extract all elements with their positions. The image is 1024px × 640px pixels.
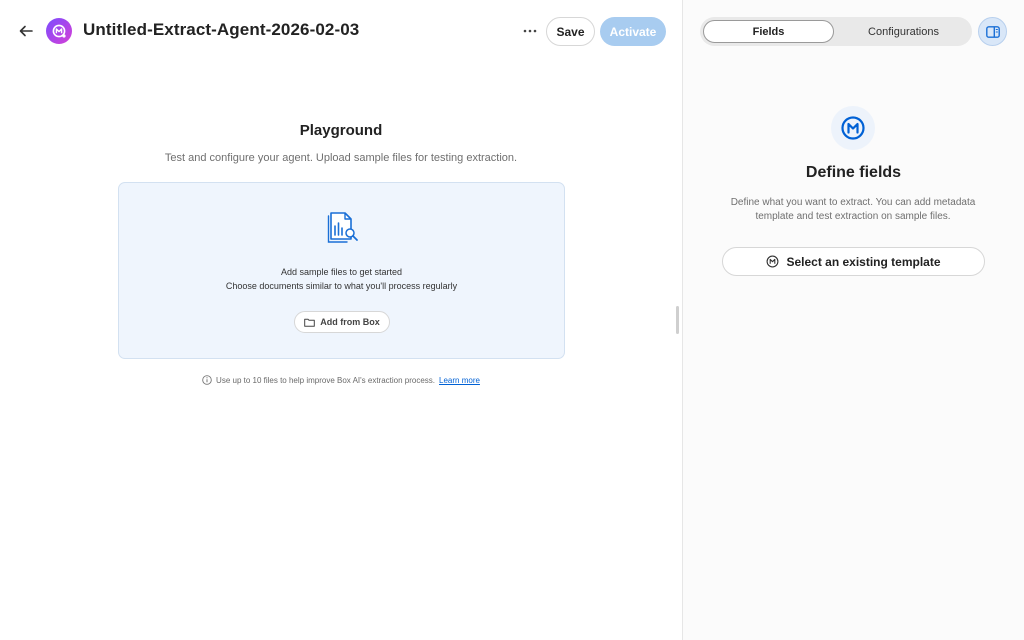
more-options-button[interactable] bbox=[517, 19, 543, 43]
save-button[interactable]: Save bbox=[546, 17, 595, 46]
folder-icon bbox=[304, 318, 316, 327]
select-template-button[interactable]: Select an existing template bbox=[722, 247, 985, 276]
back-button[interactable] bbox=[14, 19, 38, 43]
footnote: Use up to 10 files to help improve Box A… bbox=[0, 375, 682, 385]
dropzone-hint: Choose documents similar to what you'll … bbox=[225, 281, 458, 291]
playground-pane: Untitled-Extract-Agent-2026-02-03 Save A… bbox=[0, 0, 682, 640]
panel-toggle-icon bbox=[985, 25, 1000, 38]
tab-configurations[interactable]: Configurations bbox=[838, 20, 969, 43]
metadata-icon bbox=[841, 116, 865, 140]
empty-state-icon-wrap bbox=[831, 106, 875, 150]
dropzone-heading: Add sample files to get started bbox=[280, 267, 403, 277]
add-from-box-button[interactable]: Add from Box bbox=[294, 311, 390, 333]
arrow-left-icon bbox=[19, 25, 33, 37]
learn-more-link[interactable]: Learn more bbox=[439, 376, 480, 385]
extract-agent-icon bbox=[52, 24, 66, 38]
more-horizontal-icon bbox=[523, 29, 537, 33]
metadata-icon bbox=[767, 255, 779, 268]
panel-toggle-button[interactable] bbox=[978, 17, 1007, 46]
tab-fields[interactable]: Fields bbox=[703, 20, 834, 43]
define-fields-title: Define fields bbox=[805, 164, 902, 181]
agent-title[interactable]: Untitled-Extract-Agent-2026-02-03 bbox=[83, 20, 359, 40]
info-icon bbox=[202, 375, 212, 385]
define-fields-description: Define what you want to extract. You can… bbox=[730, 197, 976, 222]
add-from-box-label: Add from Box bbox=[320, 317, 380, 327]
select-template-label: Select an existing template bbox=[786, 254, 941, 269]
agent-avatar bbox=[46, 18, 72, 44]
footnote-text: Use up to 10 files to help improve Box A… bbox=[216, 375, 436, 385]
activate-button[interactable]: Activate bbox=[600, 17, 666, 46]
panel-resize-handle[interactable] bbox=[676, 306, 679, 334]
document-search-icon bbox=[327, 212, 358, 243]
playground-title: Playground bbox=[299, 122, 383, 139]
playground-subtitle: Test and configure your agent. Upload sa… bbox=[164, 152, 518, 164]
side-panel bbox=[682, 0, 1024, 640]
panel-tab-switcher: Fields Configurations bbox=[700, 17, 972, 46]
file-dropzone[interactable]: Add sample files to get started Choose d… bbox=[118, 182, 565, 359]
